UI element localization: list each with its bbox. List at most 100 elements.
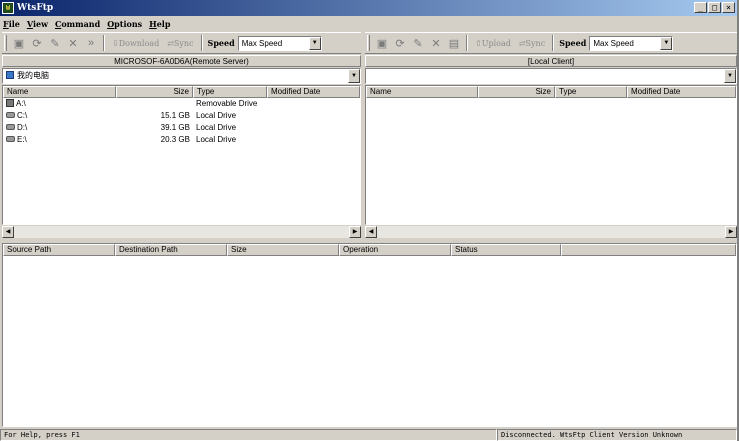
download-label: Download	[118, 38, 160, 48]
chevron-down-icon[interactable]: ▼	[660, 36, 673, 50]
scroll-left-icon[interactable]: ◀	[365, 226, 377, 238]
close-button[interactable]: ×	[722, 2, 735, 13]
app-icon: W	[2, 2, 14, 14]
menu-options[interactable]: Options	[107, 19, 142, 29]
toolbar-grip[interactable]	[367, 35, 370, 51]
menu-view[interactable]: View	[27, 19, 48, 29]
properties-icon[interactable]: ▤	[445, 34, 463, 52]
download-icon: ⇩	[112, 38, 119, 48]
row-size: 20.3 GB	[160, 135, 190, 144]
column-destination-path[interactable]: Destination Path	[115, 244, 227, 256]
column-filler	[561, 244, 736, 256]
column-modified-date[interactable]: Modified Date	[267, 86, 360, 98]
column-modified-date[interactable]: Modified Date	[627, 86, 736, 98]
chevron-down-icon[interactable]: ▼	[348, 69, 360, 83]
status-help-text: For Help, press F1	[0, 428, 497, 441]
table-row[interactable]: E:\ 20.3 GB Local Drive	[3, 134, 360, 146]
table-row[interactable]: C:\ 15.1 GB Local Drive	[3, 110, 360, 122]
row-name: C:\	[17, 111, 28, 120]
local-panel-title: [Local Client]	[365, 55, 737, 67]
transfer-queue-list[interactable]: Source Path Destination Path Size Operat…	[2, 243, 737, 427]
column-size[interactable]: Size	[478, 86, 555, 98]
remote-file-list[interactable]: Name Size Type Modified Date A:\ Removab…	[2, 85, 361, 225]
table-row[interactable]: A:\ Removable Drive	[3, 98, 360, 110]
row-name: E:\	[17, 135, 27, 144]
folder-icon[interactable]: ▣	[373, 34, 391, 52]
sync-label: Sync	[173, 38, 194, 48]
scroll-right-icon[interactable]: ▶	[349, 226, 361, 238]
column-status[interactable]: Status	[451, 244, 561, 256]
more-icon[interactable]: »	[82, 34, 100, 52]
row-name: A:\	[16, 99, 26, 108]
floppy-icon	[6, 99, 14, 107]
menu-command[interactable]: Command	[55, 19, 100, 29]
remote-address-combo[interactable]: 我的电脑 ▼	[2, 68, 361, 84]
remote-toolbar: ▣ ⟳ ✎ ✕ » ⇩ Download ⇄ Sync Speed Max Sp…	[2, 32, 361, 54]
sync-button[interactable]: ⇄ Sync	[515, 34, 549, 52]
menu-help[interactable]: Help	[149, 19, 170, 29]
upload-button[interactable]: ⇧ Upload	[471, 34, 515, 52]
refresh-icon[interactable]: ⟳	[391, 34, 409, 52]
download-button[interactable]: ⇩ Download	[108, 34, 163, 52]
remote-panel-title: MICROSOF-6A0D6A(Remote Server)	[2, 55, 361, 67]
sync-button[interactable]: ⇄ Sync	[163, 34, 197, 52]
row-type: Removable Drive	[196, 99, 258, 108]
toolbar-grip[interactable]	[4, 35, 7, 51]
upload-label: Upload	[481, 38, 511, 48]
window-controls: _ □ ×	[694, 2, 735, 13]
column-operation[interactable]: Operation	[339, 244, 451, 256]
speed-value: Max Speed	[241, 38, 283, 48]
minimize-button[interactable]: _	[694, 2, 707, 13]
refresh-icon[interactable]: ⟳	[28, 34, 46, 52]
speed-select[interactable]: Max Speed ▼	[237, 35, 322, 51]
computer-icon	[6, 71, 14, 79]
chevron-down-icon[interactable]: ▼	[724, 69, 736, 83]
title-bar[interactable]: W WtsFtp _ □ ×	[0, 0, 737, 16]
speed-value: Max Speed	[593, 38, 634, 48]
status-connection-text: Disconnected. WtsFtp Client Version Unkn…	[497, 428, 737, 441]
column-type[interactable]: Type	[555, 86, 627, 98]
column-source-path[interactable]: Source Path	[3, 244, 115, 256]
toolbar-separator	[552, 35, 555, 51]
upload-icon: ⇧	[475, 38, 482, 48]
remote-column-headers: Name Size Type Modified Date	[3, 86, 360, 98]
local-address-combo[interactable]: ▼	[365, 68, 737, 84]
remote-horizontal-scrollbar[interactable]: ◀ ▶	[2, 225, 361, 238]
status-bar: For Help, press F1 Disconnected. WtsFtp …	[0, 428, 737, 441]
column-size[interactable]: Size	[116, 86, 193, 98]
queue-column-headers: Source Path Destination Path Size Operat…	[3, 244, 736, 256]
row-size: 39.1 GB	[160, 123, 190, 132]
row-type: Local Drive	[196, 135, 237, 144]
hard-drive-icon	[6, 136, 15, 142]
scroll-left-icon[interactable]: ◀	[2, 226, 14, 238]
sync-label: Sync	[525, 38, 546, 48]
scroll-right-icon[interactable]: ▶	[725, 226, 737, 238]
speed-select[interactable]: Max Speed ▼	[589, 35, 674, 51]
chevron-down-icon[interactable]: ▼	[308, 36, 321, 50]
maximize-button[interactable]: □	[708, 2, 721, 13]
menu-file[interactable]: File	[3, 19, 20, 29]
row-name: D:\	[17, 123, 28, 132]
column-name[interactable]: Name	[366, 86, 478, 98]
row-size: 15.1 GB	[160, 111, 190, 120]
edit-icon[interactable]: ✎	[409, 34, 427, 52]
toolbar-separator	[200, 35, 203, 51]
column-type[interactable]: Type	[193, 86, 267, 98]
local-column-headers: Name Size Type Modified Date	[366, 86, 736, 98]
edit-icon[interactable]: ✎	[46, 34, 64, 52]
column-size[interactable]: Size	[227, 244, 339, 256]
local-horizontal-scrollbar[interactable]: ◀ ▶	[365, 225, 737, 238]
table-row[interactable]: D:\ 39.1 GB Local Drive	[3, 122, 360, 134]
local-file-list[interactable]: Name Size Type Modified Date	[365, 85, 737, 225]
toolbar-separator	[466, 35, 468, 51]
local-toolbar: ▣ ⟳ ✎ ✕ ▤ ⇧ Upload ⇄ Sync Speed Max Spee…	[365, 32, 737, 54]
delete-icon[interactable]: ✕	[427, 34, 445, 52]
toolbar-separator	[103, 35, 105, 51]
sync-icon: ⇄	[518, 38, 526, 48]
hard-drive-icon	[6, 124, 15, 130]
folder-icon[interactable]: ▣	[10, 34, 28, 52]
speed-label: Speed	[559, 38, 587, 48]
row-type: Local Drive	[196, 123, 237, 132]
delete-icon[interactable]: ✕	[64, 34, 82, 52]
column-name[interactable]: Name	[3, 86, 116, 98]
